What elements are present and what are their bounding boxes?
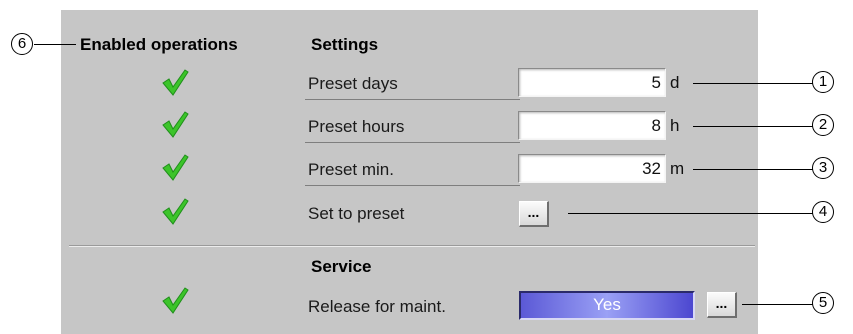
- callout-6: 6: [11, 33, 33, 55]
- set-to-preset-button[interactable]: ...: [519, 201, 549, 227]
- preset-min-input[interactable]: 32: [518, 154, 666, 183]
- callout-4: 4: [812, 201, 834, 223]
- callout-2: 2: [812, 114, 834, 136]
- preset-days-input[interactable]: 5: [518, 68, 666, 97]
- service-header: Service: [311, 257, 372, 276]
- green-checkmark-icon: [162, 198, 189, 225]
- release-for-maint-label: Release for maint.: [308, 297, 446, 316]
- preset-min-label: Preset min.: [308, 160, 394, 179]
- callout-3: 3: [812, 157, 834, 179]
- preset-hours-unit: h: [670, 116, 680, 135]
- callout-2-line: [693, 126, 813, 127]
- preset-days-label: Preset days: [308, 74, 398, 93]
- preset-hours-label: Preset hours: [308, 117, 405, 136]
- release-for-maint-dialog-button[interactable]: ...: [707, 292, 737, 318]
- preset-days-unit: d: [670, 73, 680, 92]
- green-checkmark-icon: [162, 154, 189, 181]
- preset-hours-underline: [305, 142, 520, 143]
- settings-header: Settings: [311, 35, 379, 54]
- green-checkmark-icon: [162, 111, 189, 138]
- callout-6-line: [34, 44, 76, 45]
- callout-5-line: [742, 304, 813, 305]
- preset-days-underline: [305, 99, 520, 100]
- enabled-operations-header: Enabled operations: [80, 35, 238, 54]
- preset-min-unit: m: [670, 159, 685, 178]
- set-to-preset-label: Set to preset: [308, 204, 405, 223]
- callout-3-line: [693, 169, 813, 170]
- preset-hours-input[interactable]: 8: [518, 111, 666, 140]
- callout-1-line: [693, 83, 813, 84]
- preset-min-underline: [305, 185, 520, 186]
- release-for-maint-state-button[interactable]: Yes: [519, 291, 695, 320]
- green-checkmark-icon: [162, 69, 189, 96]
- callout-5: 5: [812, 292, 834, 314]
- section-divider: [69, 245, 755, 247]
- green-checkmark-icon: [162, 287, 189, 314]
- callout-1: 1: [812, 71, 834, 93]
- callout-4-line: [568, 213, 813, 214]
